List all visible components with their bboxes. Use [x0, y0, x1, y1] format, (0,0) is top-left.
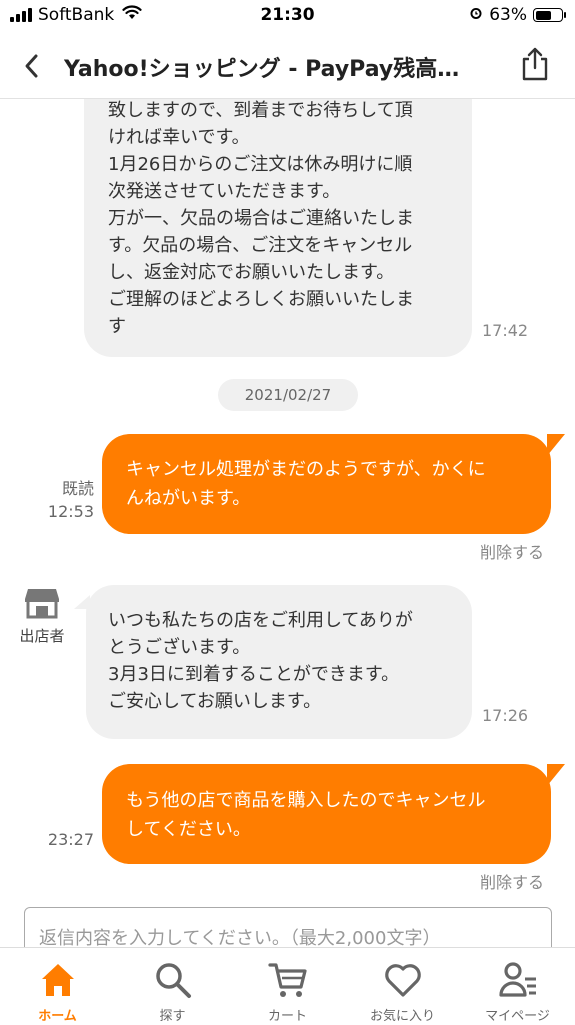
page-title: Yahoo!ショッピング - PayPay残高…: [64, 57, 460, 82]
home-icon: [38, 960, 78, 1000]
message-text: いつも私たちの店をご利用してありが とうございます。 3月3日に到着することがで…: [108, 610, 413, 712]
tab-home[interactable]: ホーム: [0, 948, 115, 1025]
message-text: 致しますので、到着までお待ちして頂 ければ幸いです。 1月26日からのご注文は休…: [108, 100, 414, 337]
cart-icon: [267, 960, 308, 1000]
incoming-message: 致しますので、到着までお待ちして頂 ければ幸いです。 1月26日からのご注文は休…: [84, 99, 472, 357]
chat-area[interactable]: 致しますので、到着までお待ちして頂 ければ幸いです。 1月26日からのご注文は休…: [0, 99, 575, 947]
tab-label: カート: [267, 1009, 307, 1024]
tab-bar: ホーム 探す カート お気に入り マイページ: [0, 947, 575, 1025]
tab-label: 探す: [159, 1009, 186, 1024]
user-icon: [498, 960, 538, 1000]
search-icon: [153, 960, 193, 1000]
seller-label: 出店者: [19, 627, 65, 645]
outgoing-message: キャンセル処理がまだのようですが、かくに んねがいます。: [102, 434, 565, 534]
message-time: 23:27: [47, 830, 94, 849]
message-text: もう他の店で商品を購入したのでキャンセル してください。: [126, 790, 486, 840]
tab-label: マイページ: [485, 1009, 550, 1024]
battery-percent: 63%: [489, 5, 527, 25]
message-text: キャンセル処理がまだのようですが、かくに んねがいます。: [126, 459, 486, 509]
message-time: 17:26: [482, 706, 529, 725]
date-separator: 2021/02/27: [218, 379, 358, 411]
tab-label: お気に入り: [369, 1009, 435, 1024]
store-icon: [25, 589, 59, 619]
back-button[interactable]: [14, 48, 50, 84]
tab-favorites[interactable]: お気に入り: [345, 948, 460, 1025]
tab-search[interactable]: 探す: [115, 948, 230, 1025]
message-time: 17:42: [482, 321, 529, 340]
tab-mypage[interactable]: マイページ: [460, 948, 575, 1025]
incoming-message: いつも私たちの店をご利用してありが とうございます。 3月3日に到着することがで…: [74, 585, 472, 739]
alarm-icon: [469, 5, 483, 25]
outgoing-message: もう他の店で商品を購入したのでキャンセル してください。: [102, 764, 565, 864]
status-bar: SoftBank 21:30 63%: [0, 0, 575, 32]
nav-bar: Yahoo!ショッピング - PayPay残高…: [0, 32, 575, 99]
seller-avatar: 出店者: [12, 587, 72, 646]
message-time: 12:53: [47, 502, 94, 521]
battery-icon: [533, 8, 566, 22]
status-right: 63%: [469, 5, 566, 25]
share-button[interactable]: [515, 44, 555, 84]
heart-icon: [383, 960, 423, 1000]
tab-label: ホーム: [38, 1009, 77, 1024]
share-icon: [522, 47, 548, 81]
delete-button[interactable]: 削除する: [480, 539, 544, 563]
delete-button[interactable]: 削除する: [480, 869, 544, 893]
read-status: 既読 12:53: [40, 477, 94, 523]
chevron-left-icon: [25, 54, 38, 78]
read-label: 既読: [61, 479, 94, 498]
tab-cart[interactable]: カート: [230, 948, 345, 1025]
